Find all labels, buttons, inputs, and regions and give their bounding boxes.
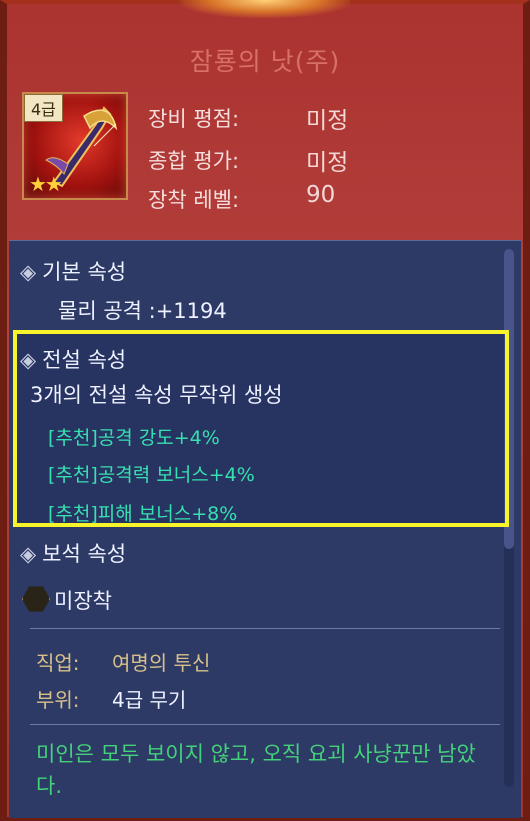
diamond-icon: ◈ bbox=[20, 542, 37, 566]
grade-badge: 4급 bbox=[24, 94, 63, 122]
legend-attr-item: [추천]공격력 보너스+4% bbox=[48, 464, 255, 486]
divider bbox=[30, 724, 500, 725]
stat-value-level: 90 bbox=[306, 182, 336, 208]
stat-label-overall: 종합 평가: bbox=[148, 149, 240, 173]
legend-attr-item: [추천]공격 강도+4% bbox=[48, 427, 220, 449]
gem-attr-header: ◈ 보석 속성 bbox=[20, 542, 127, 566]
item-icon-slot[interactable]: 4급 ★★ bbox=[22, 92, 128, 200]
gem-status: 미장착 bbox=[54, 589, 112, 613]
stat-label-rating: 장비 평점: bbox=[148, 107, 240, 131]
diamond-icon: ◈ bbox=[20, 260, 37, 284]
stat-label-level: 장착 레벨: bbox=[148, 188, 240, 212]
legend-attr-item: [추천]피해 보너스+8% bbox=[48, 503, 238, 525]
basic-attr-header: ◈ 기본 속성 bbox=[20, 260, 127, 284]
legend-attr-desc: 3개의 전설 속성 무작위 생성 bbox=[30, 383, 283, 407]
stat-value-overall: 미정 bbox=[306, 150, 349, 176]
star-rating: ★★ bbox=[29, 172, 63, 196]
job-label: 직업: bbox=[36, 651, 80, 675]
item-name: 잠룡의 낫(주) bbox=[189, 47, 341, 76]
slot-value: 4급 무기 bbox=[112, 688, 187, 712]
basic-attr-line: 물리 공격 :+1194 bbox=[58, 299, 227, 323]
divider bbox=[30, 628, 500, 629]
stat-value-rating: 미정 bbox=[306, 108, 349, 134]
slot-label: 부위: bbox=[36, 688, 80, 712]
flavor-text: 미인은 모두 보이지 않고, 오직 요괴 사냥꾼만 남았다. bbox=[36, 742, 476, 798]
tooltip-body bbox=[9, 240, 521, 818]
legend-attr-header: ◈ 전설 속성 bbox=[20, 348, 127, 372]
diamond-icon: ◈ bbox=[20, 348, 37, 372]
frame-crown-ornament bbox=[180, 0, 350, 18]
job-value: 여명의 투신 bbox=[112, 651, 211, 675]
